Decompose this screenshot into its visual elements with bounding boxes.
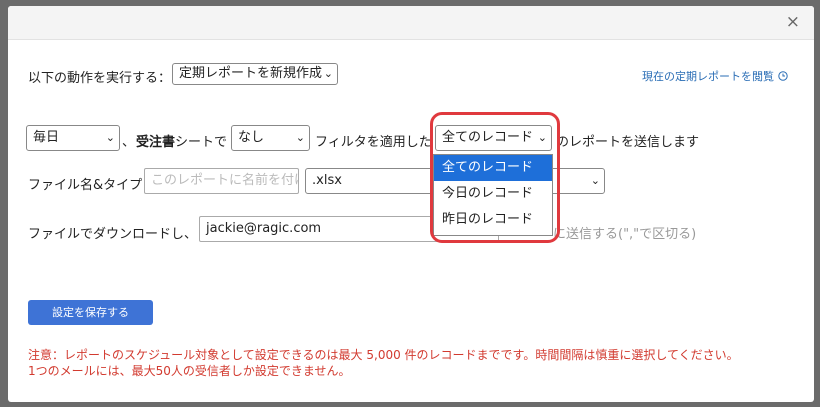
warning-line-1: 注意：レポートのスケジュール対象として設定できるのは最大 5,000 件のレコー…: [28, 348, 739, 362]
chevron-down-icon: ⌄: [537, 131, 547, 144]
send-suffix: のレポートを送信します: [556, 135, 700, 150]
chevron-down-icon: ⌄: [323, 67, 333, 80]
warning-line-2: 1つのメールには、最大50人の受信者しか設定できません。: [28, 364, 351, 378]
chevron-down-icon: ⌄: [105, 131, 115, 144]
sheet-name: 受注書: [136, 135, 176, 150]
record-option-yesterday[interactable]: 昨日のレコード: [434, 207, 552, 233]
filter-select-value: なし: [238, 130, 265, 145]
file-type-select-value: .xlsx: [312, 173, 342, 188]
email-input-value: jackie@ragic.com: [206, 221, 322, 236]
save-settings-button[interactable]: 設定を保存する: [28, 300, 153, 325]
action-label: 以下の動作を実行する：: [28, 71, 172, 86]
filter-suffix: フィルタを適用した: [315, 135, 432, 150]
filter-select[interactable]: なし ⌄: [231, 125, 310, 151]
chevron-down-icon: ⌄: [295, 131, 305, 144]
record-scope-select[interactable]: 全てのレコード ⌄: [435, 125, 552, 151]
download-label: ファイルでダウンロードし、: [28, 227, 198, 242]
frequency-select-value: 毎日: [33, 130, 60, 145]
report-dialog: × 以下の動作を実行する： 定期レポートを新規作成 ⌄ 現在の定期レポートを閲覧…: [8, 6, 814, 402]
record-scope-select-value: 全てのレコード: [442, 130, 534, 145]
file-name-placeholder: このレポートに名前を付け: [151, 173, 299, 188]
chevron-down-icon: ⌄: [590, 174, 600, 187]
action-select[interactable]: 定期レポートを新規作成 ⌄: [172, 63, 338, 85]
dialog-title-bar: ×: [8, 6, 814, 40]
file-label: ファイル名&タイプ: [28, 178, 143, 193]
view-reports-link[interactable]: 現在の定期レポートを閲覧: [642, 68, 788, 84]
record-option-all[interactable]: 全てのレコード: [434, 155, 552, 181]
action-select-value: 定期レポートを新規作成: [179, 66, 323, 81]
file-name-input[interactable]: このレポートに名前を付け: [144, 168, 299, 194]
view-reports-link-label: 現在の定期レポートを閲覧: [642, 70, 774, 83]
email-hint: に送信する(","で区切る): [553, 227, 697, 242]
schedule-separator: 、: [122, 135, 136, 150]
clock-icon: [777, 71, 788, 81]
sheet-suffix: シートで: [175, 135, 228, 150]
record-scope-dropdown: 全てのレコード 今日のレコード 昨日のレコード: [433, 154, 553, 236]
record-option-today[interactable]: 今日のレコード: [434, 181, 552, 207]
close-icon[interactable]: ×: [786, 13, 800, 31]
frequency-select[interactable]: 毎日 ⌄: [26, 125, 120, 151]
